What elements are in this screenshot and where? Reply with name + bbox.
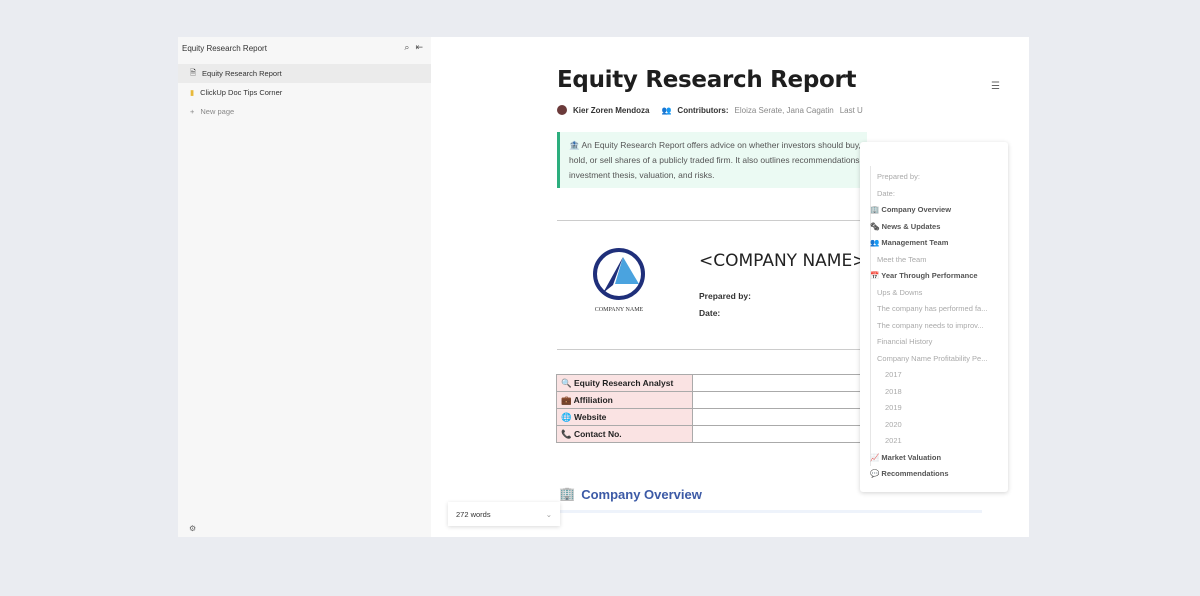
toc-item[interactable]: The company has performed fa... xyxy=(877,304,987,313)
info-table: 🔍 Equity Research Analyst 💼 Affiliation … xyxy=(556,374,876,443)
sidebar-item-tips-corner[interactable]: ▮ ClickUp Doc Tips Corner xyxy=(178,83,431,102)
phone-icon: 📞 xyxy=(561,428,572,439)
toc-item[interactable]: Financial History xyxy=(877,337,932,346)
toc-item[interactable]: 📅 Year Through Performance xyxy=(870,271,978,280)
last-updated: Last U xyxy=(839,105,863,115)
new-page-button[interactable]: + New page xyxy=(178,102,431,121)
briefcase-icon: 💼 xyxy=(561,394,572,405)
building-icon: 🏢 xyxy=(559,486,576,501)
toc-item[interactable]: The company needs to improv... xyxy=(877,321,984,330)
toc-item[interactable]: 📈 Market Valuation xyxy=(870,453,941,462)
plus-icon: + xyxy=(190,107,195,116)
divider xyxy=(557,510,982,513)
toc-item[interactable]: 2020 xyxy=(885,420,902,429)
toc-item[interactable]: 🗞 News & Updates xyxy=(870,222,940,231)
toc-item[interactable]: 💬 Recommendations xyxy=(870,469,949,478)
sidebar: Equity Research Report ⌕ ⇤ 🗎 Equity Resear… xyxy=(178,37,431,537)
contributors-icon: 👥 xyxy=(661,105,672,115)
author[interactable]: Kier Zoren Mendoza xyxy=(573,106,649,115)
collapse-sidebar-icon[interactable]: ⇤ xyxy=(415,42,423,53)
svg-text:COMPANY NAME: COMPANY NAME xyxy=(595,307,644,313)
divider xyxy=(557,220,867,221)
company-name: <COMPANY NAME> xyxy=(699,251,867,271)
toc-item[interactable]: 2017 xyxy=(885,370,902,379)
table-of-contents-panel: Prepared by: Date: 🏢 Company Overview 🗞 New… xyxy=(860,142,1008,492)
doc-meta: Kier Zoren Mendoza 👥 Contributors: Eloiz… xyxy=(557,105,863,115)
toc-item[interactable]: Ups & Downs xyxy=(877,288,922,297)
search-icon[interactable]: ⌕ xyxy=(404,42,409,53)
avatar xyxy=(557,105,567,115)
folder-icon: ▮ xyxy=(190,88,195,97)
word-count-dropdown[interactable]: 272 words ⌄ xyxy=(448,502,560,526)
toc-item[interactable]: Meet the Team xyxy=(877,255,926,264)
table-row: 🔍 Equity Research Analyst xyxy=(556,374,876,392)
table-row: 🌐 Website xyxy=(556,408,876,426)
toc-item[interactable]: 🏢 Company Overview xyxy=(870,205,951,214)
doc-icon: 🗎 xyxy=(190,68,197,77)
toc-item[interactable]: 2018 xyxy=(885,387,902,396)
toc-item[interactable]: Date: xyxy=(877,189,895,198)
contributors: Eloiza Serate, Jana Cagatin xyxy=(734,105,834,115)
toc-item[interactable]: Prepared by: xyxy=(877,172,920,181)
section-heading: 🏢 Company Overview xyxy=(559,486,702,502)
settings-icon[interactable]: ⚙ xyxy=(189,524,196,533)
toc-item[interactable]: 2019 xyxy=(885,403,902,412)
search-icon: 🔍 xyxy=(561,377,572,388)
bank-icon: 🏦 xyxy=(569,140,582,150)
toc-item[interactable]: 👥 Management Team xyxy=(870,238,948,247)
table-row: 💼 Affiliation xyxy=(556,391,876,409)
toc-item[interactable]: 2021 xyxy=(885,436,902,445)
table-of-contents-icon[interactable]: ☰ xyxy=(991,81,1000,92)
table-row: 📞 Contact No. xyxy=(556,425,876,443)
toc-item[interactable]: Company Name Profitability Pe... xyxy=(877,354,987,363)
globe-icon: 🌐 xyxy=(561,411,572,422)
company-logo: COMPANY NAME xyxy=(593,248,645,313)
sidebar-title: Equity Research Report xyxy=(182,44,267,53)
sidebar-item-equity-research-report[interactable]: 🗎 Equity Research Report xyxy=(178,64,431,83)
page-title: Equity Research Report xyxy=(557,67,857,93)
app-window: Equity Research Report ⌕ ⇤ 🗎 Equity Resear… xyxy=(178,37,1029,537)
divider xyxy=(557,349,867,350)
chevron-down-icon: ⌄ xyxy=(545,509,552,519)
callout: 🏦 An Equity Research Report offers advic… xyxy=(557,132,867,188)
prepared-by: Prepared by: xyxy=(699,291,751,301)
date: Date: xyxy=(699,308,721,318)
